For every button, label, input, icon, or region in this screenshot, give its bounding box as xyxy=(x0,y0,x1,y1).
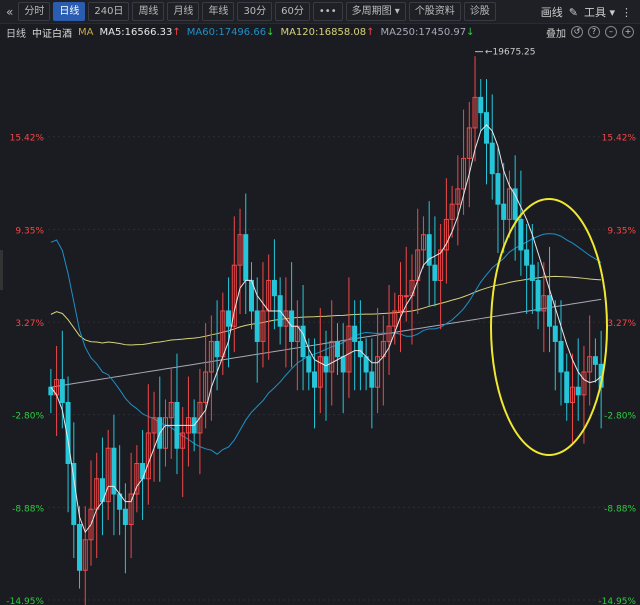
scroll-handle[interactable] xyxy=(0,250,3,290)
y-label-right-2: 3.27% xyxy=(607,319,636,329)
y-label-left-1: 9.35% xyxy=(15,226,44,236)
high-annotation: ←19675.25 xyxy=(485,48,535,58)
y-label-left-3: -2.80% xyxy=(12,412,44,422)
candle-body-76 xyxy=(483,112,489,144)
candle-body-78 xyxy=(495,173,501,205)
y-label-left-4: -8.88% xyxy=(12,504,44,514)
candle-body-87 xyxy=(547,295,553,327)
candle-body-55 xyxy=(363,356,369,373)
candle-body-50 xyxy=(334,340,340,358)
candle-body-56 xyxy=(369,371,375,388)
candle-body-48 xyxy=(323,356,329,373)
candle-body-2 xyxy=(59,379,65,403)
candle-body-90 xyxy=(564,371,570,403)
ma5-line xyxy=(50,124,602,534)
candle-body-84 xyxy=(529,264,535,281)
candle-body-85 xyxy=(535,279,541,312)
candle-body-77 xyxy=(489,142,495,175)
candle-body-36 xyxy=(254,310,260,342)
candle-body-31 xyxy=(226,310,232,327)
candle-body-39 xyxy=(271,279,277,297)
y-label-right-1: 9.35% xyxy=(607,226,636,236)
candle-body-89 xyxy=(558,340,564,373)
candle-body-45 xyxy=(306,356,312,373)
y-label-left-0: 15.42% xyxy=(10,134,45,144)
y-label-left-5: -14.95% xyxy=(6,597,44,605)
y-label-right-5: -14.95% xyxy=(598,597,636,605)
candle-body-62 xyxy=(403,295,409,298)
y-label-right-4: -8.88% xyxy=(604,504,636,514)
candle-body-54 xyxy=(357,340,363,358)
candle-body-67 xyxy=(432,264,438,281)
y-label-right-3: -2.80% xyxy=(604,412,636,422)
candle-body-13 xyxy=(122,508,128,525)
candle-body-29 xyxy=(214,340,220,358)
y-label-right-0: 15.42% xyxy=(602,134,637,144)
candle-body-5 xyxy=(77,523,83,571)
candle-body-82 xyxy=(518,218,524,251)
candle-body-34 xyxy=(243,234,249,281)
candle-body-95 xyxy=(592,356,598,365)
candle-body-46 xyxy=(312,371,318,388)
candle-body-92 xyxy=(575,386,581,396)
candle-body-44 xyxy=(300,325,306,358)
candle-body-75 xyxy=(478,96,484,114)
candle-body-83 xyxy=(524,249,530,266)
candle-body-79 xyxy=(501,203,507,220)
candle-body-16 xyxy=(140,462,146,480)
candlestick-chart[interactable]: 15.42% 15.42% 9.35% 9.35% 3.27% 3.27% -2.80% -2… xyxy=(0,0,640,605)
candle-body-53 xyxy=(352,325,358,342)
candle-body-51 xyxy=(340,356,346,373)
y-label-left-2: 3.27% xyxy=(15,319,44,329)
candle-body-88 xyxy=(552,325,558,342)
